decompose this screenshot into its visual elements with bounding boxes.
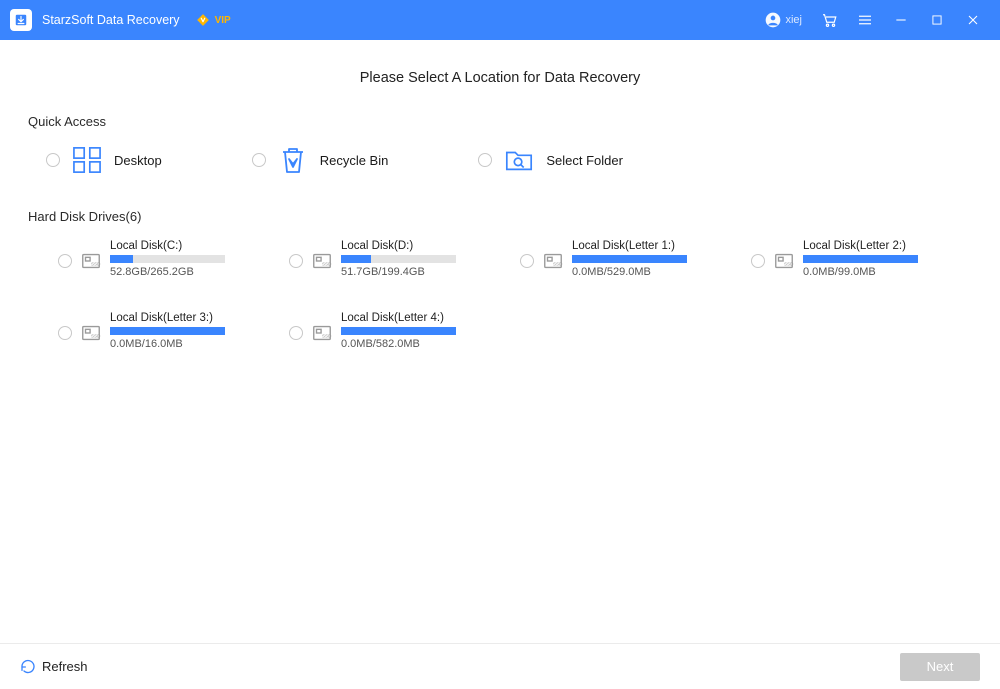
drive-item[interactable]: SSD Local Disk(C:) 52.8GB/265.2GB bbox=[58, 240, 279, 278]
recycle-bin-icon bbox=[278, 145, 308, 175]
username: xiej bbox=[785, 14, 802, 26]
app-title: StarzSoft Data Recovery bbox=[42, 13, 180, 27]
radio-drive[interactable] bbox=[58, 326, 72, 340]
drive-body: Local Disk(D:) 51.7GB/199.4GB bbox=[341, 240, 456, 278]
menu-icon[interactable] bbox=[856, 11, 874, 29]
radio-desktop[interactable] bbox=[46, 153, 60, 167]
drive-bar bbox=[803, 255, 918, 263]
drive-body: Local Disk(Letter 2:) 0.0MB/99.0MB bbox=[803, 240, 918, 278]
titlebar-left: StarzSoft Data Recovery VIP bbox=[10, 9, 231, 31]
user-icon bbox=[765, 12, 781, 28]
vip-badge: VIP bbox=[196, 13, 231, 27]
drive-usage: 0.0MB/582.0MB bbox=[341, 338, 456, 350]
user-account[interactable]: xiej bbox=[765, 12, 802, 28]
drives-heading: Hard Disk Drives(6) bbox=[28, 209, 972, 224]
radio-drive[interactable] bbox=[58, 254, 72, 268]
svg-text:SSD: SSD bbox=[322, 334, 332, 339]
quick-access-recycle-bin[interactable]: Recycle Bin bbox=[252, 145, 389, 175]
main-content: Please Select A Location for Data Recove… bbox=[0, 40, 1000, 643]
ssd-icon: SSD bbox=[773, 250, 795, 272]
quick-access-label: Desktop bbox=[114, 153, 162, 168]
desktop-icon bbox=[72, 145, 102, 175]
svg-text:SSD: SSD bbox=[553, 262, 563, 267]
ssd-icon: SSD bbox=[311, 322, 333, 344]
drive-bar-fill bbox=[341, 327, 456, 335]
radio-drive[interactable] bbox=[289, 326, 303, 340]
drive-body: Local Disk(Letter 3:) 0.0MB/16.0MB bbox=[110, 312, 225, 350]
quick-access-row: Desktop Recycle Bin bbox=[28, 145, 972, 175]
drive-usage: 52.8GB/265.2GB bbox=[110, 266, 225, 278]
ssd-icon: SSD bbox=[542, 250, 564, 272]
drive-name: Local Disk(Letter 1:) bbox=[572, 240, 687, 252]
close-button[interactable] bbox=[964, 11, 982, 29]
ssd-icon: SSD bbox=[80, 322, 102, 344]
radio-select-folder[interactable] bbox=[478, 153, 492, 167]
drive-usage: 51.7GB/199.4GB bbox=[341, 266, 456, 278]
drive-bar-fill bbox=[572, 255, 687, 263]
refresh-icon bbox=[20, 659, 36, 675]
drive-body: Local Disk(C:) 52.8GB/265.2GB bbox=[110, 240, 225, 278]
drive-name: Local Disk(D:) bbox=[341, 240, 456, 252]
radio-drive[interactable] bbox=[751, 254, 765, 268]
svg-text:SSD: SSD bbox=[784, 262, 794, 267]
footer: Refresh Next bbox=[0, 643, 1000, 689]
page-title: Please Select A Location for Data Recove… bbox=[28, 70, 972, 86]
app-logo bbox=[10, 9, 32, 31]
radio-drive[interactable] bbox=[289, 254, 303, 268]
drive-bar-fill bbox=[803, 255, 918, 263]
quick-access-desktop[interactable]: Desktop bbox=[46, 145, 162, 175]
radio-recycle-bin[interactable] bbox=[252, 153, 266, 167]
minimize-button[interactable] bbox=[892, 11, 910, 29]
quick-access-heading: Quick Access bbox=[28, 114, 972, 129]
drive-name: Local Disk(C:) bbox=[110, 240, 225, 252]
folder-search-icon bbox=[504, 145, 534, 175]
drive-body: Local Disk(Letter 4:) 0.0MB/582.0MB bbox=[341, 312, 456, 350]
svg-text:SSD: SSD bbox=[322, 262, 332, 267]
maximize-button[interactable] bbox=[928, 11, 946, 29]
drive-usage: 0.0MB/529.0MB bbox=[572, 266, 687, 278]
quick-access-label: Recycle Bin bbox=[320, 153, 389, 168]
ssd-icon: SSD bbox=[80, 250, 102, 272]
next-button[interactable]: Next bbox=[900, 653, 980, 681]
drive-usage: 0.0MB/99.0MB bbox=[803, 266, 918, 278]
drive-bar bbox=[341, 327, 456, 335]
drive-bar bbox=[341, 255, 456, 263]
drive-name: Local Disk(Letter 3:) bbox=[110, 312, 225, 324]
ssd-icon: SSD bbox=[311, 250, 333, 272]
drive-usage: 0.0MB/16.0MB bbox=[110, 338, 225, 350]
drive-name: Local Disk(Letter 4:) bbox=[341, 312, 456, 324]
titlebar: StarzSoft Data Recovery VIP xiej bbox=[0, 0, 1000, 40]
drive-item[interactable]: SSD Local Disk(Letter 4:) 0.0MB/582.0MB bbox=[289, 312, 510, 350]
quick-access-select-folder[interactable]: Select Folder bbox=[478, 145, 623, 175]
drive-bar bbox=[572, 255, 687, 263]
cart-icon[interactable] bbox=[820, 11, 838, 29]
drive-bar-fill bbox=[341, 255, 371, 263]
drive-item[interactable]: SSD Local Disk(Letter 1:) 0.0MB/529.0MB bbox=[520, 240, 741, 278]
drive-bar-fill bbox=[110, 255, 133, 263]
refresh-label: Refresh bbox=[42, 659, 88, 674]
drive-name: Local Disk(Letter 2:) bbox=[803, 240, 918, 252]
quick-access-label: Select Folder bbox=[546, 153, 623, 168]
drive-bar bbox=[110, 255, 225, 263]
drive-bar bbox=[110, 327, 225, 335]
refresh-button[interactable]: Refresh bbox=[20, 659, 88, 675]
radio-drive[interactable] bbox=[520, 254, 534, 268]
drive-body: Local Disk(Letter 1:) 0.0MB/529.0MB bbox=[572, 240, 687, 278]
drive-bar-fill bbox=[110, 327, 225, 335]
svg-text:SSD: SSD bbox=[91, 262, 101, 267]
drives-grid: SSD Local Disk(C:) 52.8GB/265.2GB SSD Lo… bbox=[28, 240, 972, 350]
titlebar-right: xiej bbox=[765, 11, 982, 29]
drive-item[interactable]: SSD Local Disk(Letter 2:) 0.0MB/99.0MB bbox=[751, 240, 972, 278]
drive-item[interactable]: SSD Local Disk(D:) 51.7GB/199.4GB bbox=[289, 240, 510, 278]
drive-item[interactable]: SSD Local Disk(Letter 3:) 0.0MB/16.0MB bbox=[58, 312, 279, 350]
vip-label: VIP bbox=[215, 15, 231, 26]
svg-text:SSD: SSD bbox=[91, 334, 101, 339]
